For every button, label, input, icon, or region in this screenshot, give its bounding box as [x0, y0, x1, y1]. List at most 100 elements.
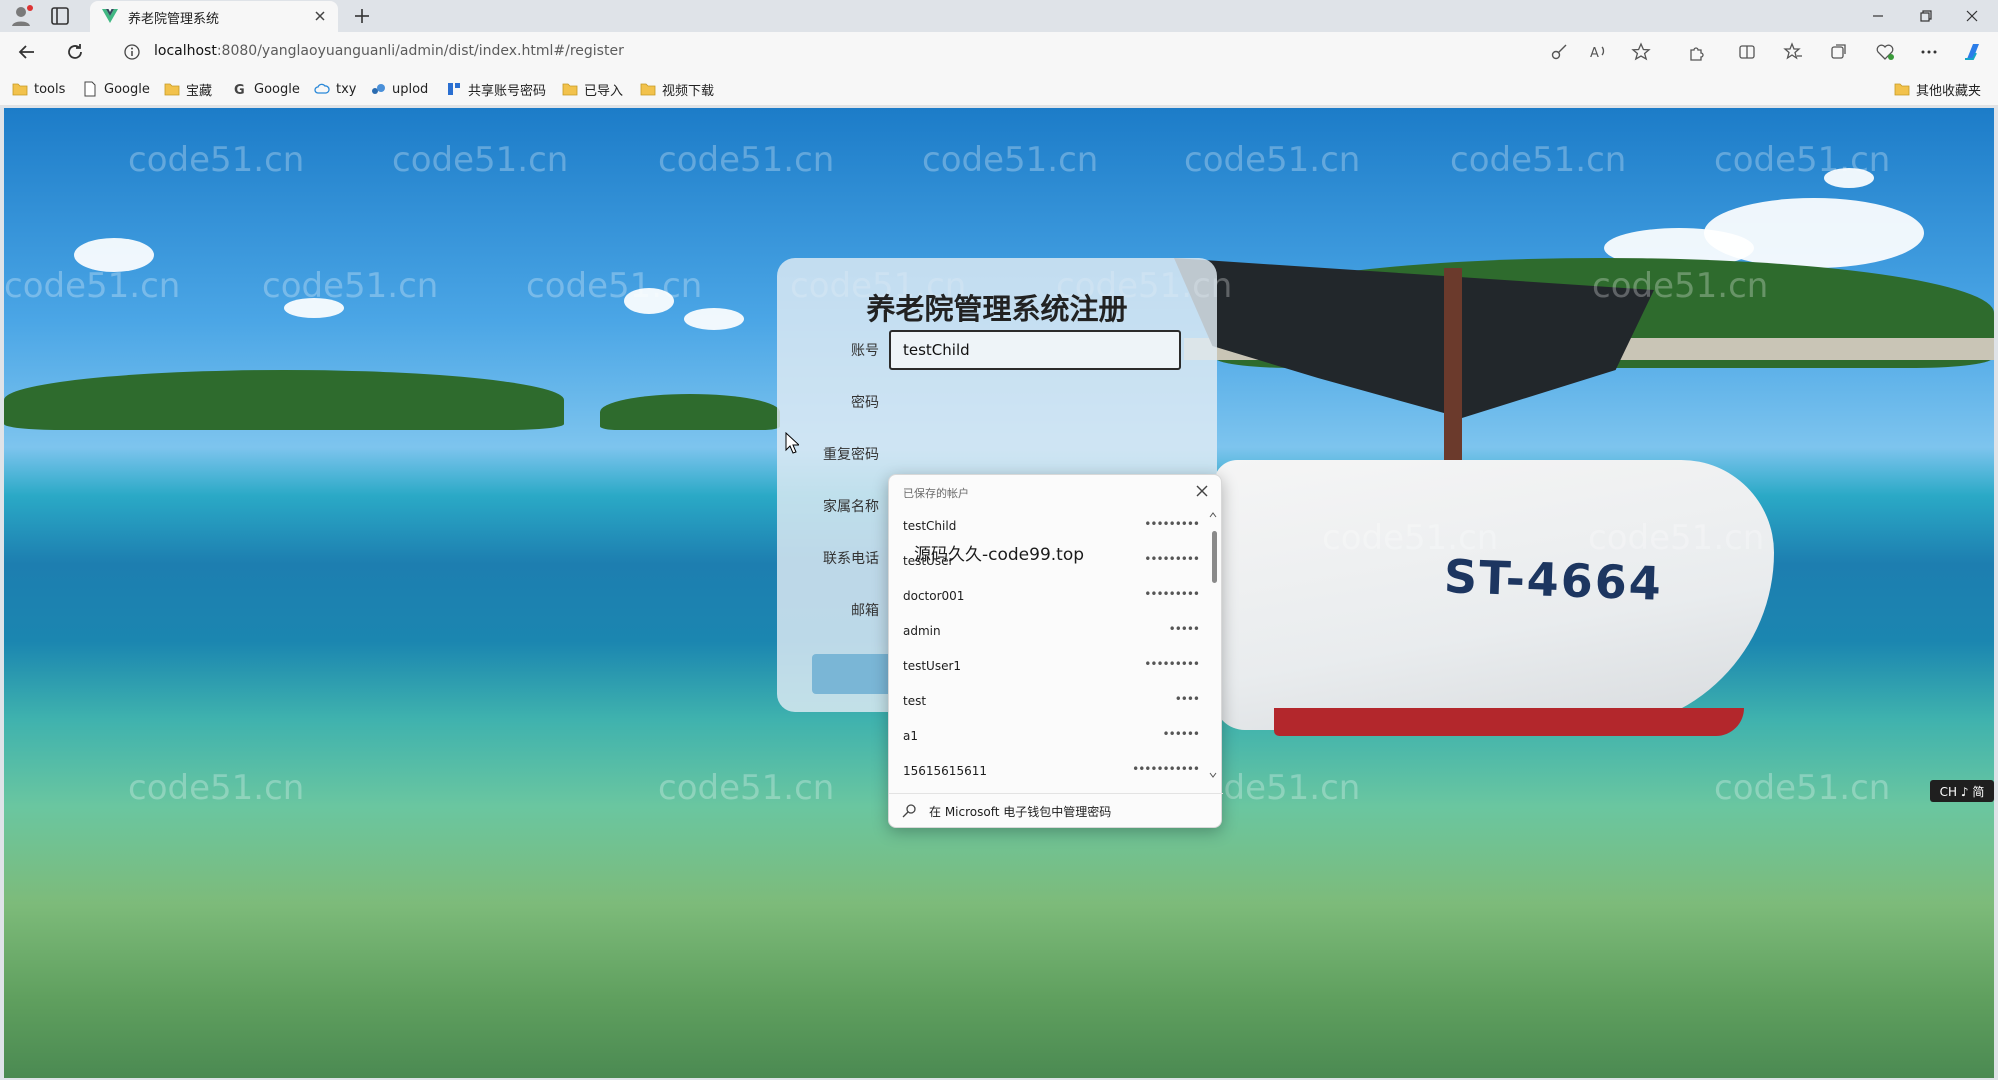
performance-button[interactable] [1872, 39, 1898, 65]
bookmark-label: 共享账号密码 [468, 83, 547, 99]
bookmark-label: 已导入 [584, 83, 624, 99]
close-tab-icon[interactable] [310, 6, 330, 26]
account-password-mask: ••••••••• [1144, 587, 1200, 601]
back-arrow-icon [18, 45, 34, 59]
list-item[interactable]: admin ••••• [889, 614, 1207, 648]
account-password-mask: ••••••••• [1144, 517, 1200, 531]
account-password-mask: ••••••••• [1144, 552, 1200, 566]
watermark: code51.cn [392, 140, 569, 180]
tab-title: 养老院管理系统 [128, 12, 220, 27]
watermark: code51.cn [128, 140, 305, 180]
page-icon [84, 81, 96, 97]
password-label: 密码 [851, 395, 879, 411]
watermark: code51.cn [128, 768, 305, 808]
address-bar: localhost:8080/yanglaoyuanguanli/admin/d… [0, 32, 1998, 72]
bookmark-label: tools [34, 81, 66, 97]
more-icon [1921, 50, 1937, 54]
account-password-mask: •••••• [1162, 727, 1200, 741]
bookmark-treasure[interactable]: 宝藏 [164, 80, 213, 99]
background-cloud [1704, 198, 1924, 268]
profile-icon[interactable] [10, 4, 34, 28]
background-cloud [284, 298, 344, 318]
watermark: code51.cn [1714, 768, 1891, 808]
collections-button[interactable] [1826, 39, 1852, 65]
bookmark-imported[interactable]: 已导入 [562, 80, 624, 99]
bookmark-uplod[interactable]: uplod [370, 80, 428, 98]
account-input[interactable] [889, 330, 1181, 370]
bookmark-shared-passwords[interactable]: 共享账号密码 [446, 80, 547, 99]
bookmark-google-page[interactable]: Google [82, 80, 150, 98]
manage-passwords-link[interactable]: 在 Microsoft 电子钱包中管理密码 [889, 793, 1223, 827]
account-password-mask: ••••• [1168, 622, 1200, 636]
folder-icon [1894, 83, 1910, 96]
watermark: code51.cn [4, 266, 181, 306]
url-field[interactable]: localhost:8080/yanglaoyuanguanli/admin/d… [120, 37, 1550, 67]
star-icon [1631, 42, 1651, 61]
phone-label: 联系电话 [823, 551, 879, 567]
svg-text:G: G [234, 83, 245, 97]
close-window-button[interactable] [1952, 2, 1992, 30]
bookmark-tools[interactable]: tools [12, 80, 65, 98]
folder-icon [562, 83, 578, 96]
read-aloud-icon: A [1590, 46, 1605, 61]
svg-text:A: A [1590, 46, 1599, 61]
favorites-list-icon [1783, 42, 1802, 60]
read-aloud-button[interactable]: A [1586, 39, 1612, 65]
bookmark-label: 其他收藏夹 [1916, 83, 1982, 99]
bookmark-txy[interactable]: txy [314, 80, 356, 98]
list-item[interactable]: test •••• [889, 684, 1207, 718]
more-button[interactable] [1916, 39, 1942, 65]
split-screen-icon [1739, 45, 1755, 59]
bookmark-google[interactable]: G Google [232, 80, 300, 98]
tab-bar: 养老院管理系统 [0, 0, 1998, 32]
close-icon[interactable] [1193, 482, 1211, 500]
background-cloud [74, 238, 154, 272]
collections-icon [1831, 44, 1846, 59]
new-tab-icon[interactable] [350, 4, 374, 28]
watermark: code51.cn [658, 768, 835, 808]
background-cloud [624, 288, 674, 314]
extensions-button[interactable] [1684, 39, 1710, 65]
split-screen-button[interactable] [1734, 39, 1760, 65]
list-item[interactable]: a1 •••••• [889, 719, 1207, 753]
key-button[interactable] [1546, 39, 1572, 65]
folder-icon [640, 83, 656, 96]
tab-active[interactable]: 养老院管理系统 [90, 1, 338, 32]
form-row-password: 密码 [777, 382, 1217, 422]
account-label: 账号 [851, 343, 879, 359]
bookmark-video-download[interactable]: 视频下载 [640, 80, 714, 99]
upload-icon [372, 84, 385, 94]
refresh-icon [68, 44, 82, 59]
tab-actions-icon[interactable] [48, 4, 72, 28]
list-item[interactable]: testChild ••••••••• [889, 509, 1207, 543]
copilot-button[interactable] [1960, 39, 1986, 65]
cloud-icon [314, 83, 330, 94]
account-username: 15615615611 [903, 764, 987, 777]
watermark: code51.cn [658, 140, 835, 180]
refresh-button[interactable] [62, 39, 88, 65]
background-cloud [1824, 168, 1874, 188]
watermark: code51.cn [526, 266, 703, 306]
list-item[interactable]: testUser1 ••••••••• [889, 649, 1207, 683]
bookmark-label: 宝藏 [186, 83, 213, 99]
bookmark-label: Google [104, 81, 150, 97]
scrollbar-thumb[interactable] [1212, 531, 1217, 583]
list-item[interactable]: doctor001 ••••••••• [889, 579, 1207, 613]
favorites-button[interactable] [1780, 39, 1806, 65]
ime-indicator: CH ♪ 简 [1930, 780, 1994, 802]
watermark: code51.cn [262, 266, 439, 306]
account-username: doctor001 [903, 589, 965, 603]
list-item[interactable]: 15615615611 ••••••••••• [889, 754, 1207, 777]
saved-accounts-header: 已保存的帐户 [903, 487, 969, 500]
boat-label: ST-4664 [1443, 549, 1664, 611]
minimize-button[interactable] [1858, 2, 1898, 30]
account-password-mask: ••••••••••• [1132, 762, 1200, 776]
restore-button[interactable] [1906, 2, 1946, 30]
info-icon[interactable] [124, 44, 140, 60]
back-button[interactable] [14, 39, 40, 65]
copilot-icon [1965, 44, 1979, 60]
favorite-button[interactable] [1628, 39, 1654, 65]
extensions-icon [1690, 47, 1704, 61]
register-button[interactable] [812, 654, 892, 694]
bookmark-other-favorites[interactable]: 其他收藏夹 [1894, 80, 1982, 99]
